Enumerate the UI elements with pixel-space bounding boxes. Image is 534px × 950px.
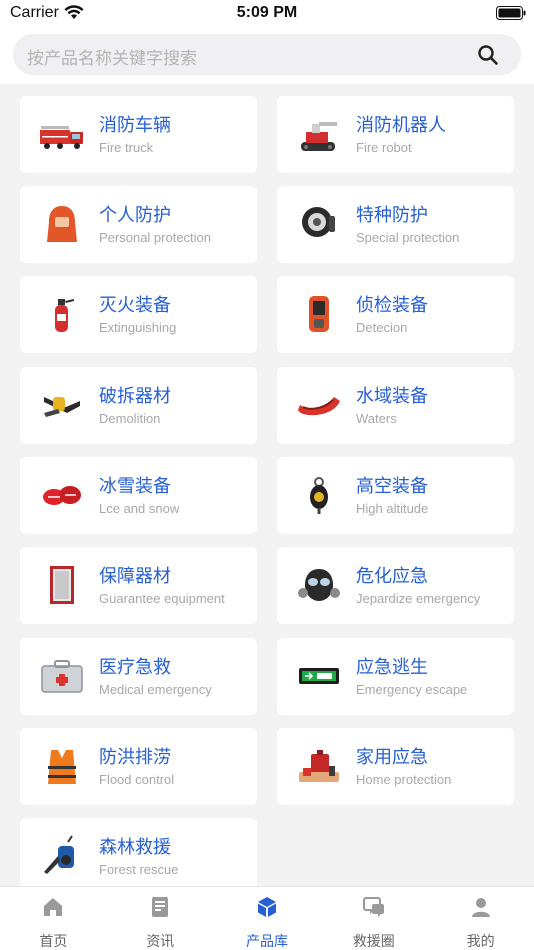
gas-mask-icon <box>298 569 340 601</box>
tab-label: 救援圈 <box>352 934 395 950</box>
fire-robot-icon <box>301 122 337 151</box>
medical-kit-icon <box>41 660 83 693</box>
category-subtitle: Detecion <box>356 320 408 335</box>
category-title: 破拆器材 <box>99 386 171 407</box>
tab-label: 产品库 <box>245 934 288 950</box>
tab-news[interactable]: 资讯 <box>107 887 214 950</box>
leaf-blower-icon <box>44 835 74 874</box>
category-subtitle: Special protection <box>356 230 460 245</box>
category-title: 水域装备 <box>356 386 428 407</box>
category-subtitle: Lce and snow <box>99 501 180 516</box>
category-card-special-protection[interactable]: 特种防护 Special protection <box>277 186 514 263</box>
tab-rescue-circle[interactable]: 救援圈 <box>320 887 427 950</box>
search-input[interactable]: 按产品名称关键字搜索 <box>13 34 521 75</box>
category-subtitle: Demolition <box>99 411 161 426</box>
category-card-fire-robot[interactable]: 消防机器人 Fire robot <box>277 96 514 173</box>
category-title: 森林救援 <box>99 837 171 858</box>
category-subtitle: Jepardize emergency <box>356 591 481 606</box>
category-subtitle: Waters <box>356 411 397 426</box>
category-subtitle: Home protection <box>356 772 452 787</box>
category-card-guarantee-equipment[interactable]: 保障器材 Guarantee equipment <box>20 547 257 624</box>
category-title: 个人防护 <box>99 205 171 226</box>
category-title: 灭火装备 <box>99 295 171 316</box>
category-subtitle: Extinguishing <box>99 320 177 335</box>
category-card-detection[interactable]: 侦检装备 Detecion <box>277 276 514 353</box>
battery-icon <box>496 6 526 20</box>
cube-icon <box>257 897 276 917</box>
status-bar: Carrier 5:09 PM <box>0 0 534 28</box>
category-card-demolition[interactable]: 破拆器材 Demolition <box>20 367 257 444</box>
extinguisher-icon <box>55 299 74 332</box>
category-card-flood-control[interactable]: 防洪排涝 Flood control <box>20 728 257 805</box>
category-title: 应急逃生 <box>356 657 428 678</box>
category-subtitle: Medical emergency <box>99 682 212 697</box>
cabinet-icon <box>50 566 74 604</box>
category-card-home-protection[interactable]: 家用应急 Home protection <box>277 728 514 805</box>
category-card-fire-truck[interactable]: 消防车辆 Fire truck <box>20 96 257 173</box>
category-card-ice-snow[interactable]: 冰雪装备 Lce and snow <box>20 457 257 534</box>
special-mask-icon <box>302 207 335 237</box>
life-vest-icon <box>48 750 76 784</box>
fire-truck-icon <box>40 126 83 149</box>
category-title: 冰雪装备 <box>99 476 171 497</box>
home-kit-icon <box>299 750 339 782</box>
category-subtitle: Fire truck <box>99 140 154 155</box>
category-title: 保障器材 <box>99 566 171 587</box>
search-area: 按产品名称关键字搜索 <box>0 28 534 84</box>
category-title: 消防机器人 <box>356 115 446 136</box>
chat-icon <box>362 897 384 917</box>
tab-profile[interactable]: 我的 <box>427 887 534 950</box>
category-subtitle: Guarantee equipment <box>99 591 225 606</box>
exit-sign-icon <box>299 668 339 684</box>
category-subtitle: Forest rescue <box>99 862 179 877</box>
category-card-hazmat-emergency[interactable]: 危化应急 Jepardize emergency <box>277 547 514 624</box>
category-subtitle: Emergency escape <box>356 682 468 697</box>
search-placeholder: 按产品名称关键字搜索 <box>27 49 197 69</box>
category-card-high-altitude[interactable]: 高空装备 High altitude <box>277 457 514 534</box>
category-title: 侦检装备 <box>356 295 428 316</box>
tab-label: 资讯 <box>146 934 175 950</box>
protective-hood-icon <box>47 206 77 242</box>
category-title: 医疗急救 <box>99 657 171 678</box>
pulley-icon <box>310 477 328 514</box>
status-time: 5:09 PM <box>236 4 298 21</box>
category-subtitle: Flood control <box>99 772 175 787</box>
category-subtitle: High altitude <box>356 501 429 516</box>
rescue-boat-icon <box>298 397 340 416</box>
tab-label: 首页 <box>39 934 68 950</box>
category-card-personal-protection[interactable]: 个人防护 Personal protection <box>20 186 257 263</box>
bottom-tab-bar: 首页 资讯 产品库 救援圈 我的 <box>0 886 534 950</box>
category-card-medical-emergency[interactable]: 医疗急救 Medical emergency <box>20 638 257 715</box>
snow-gear-icon <box>43 486 81 505</box>
category-title: 防洪排涝 <box>99 747 171 768</box>
category-card-extinguishing[interactable]: 灭火装备 Extinguishing <box>20 276 257 353</box>
home-icon <box>44 898 63 916</box>
category-title: 高空装备 <box>356 476 428 497</box>
search-icon[interactable] <box>477 44 499 66</box>
detector-icon <box>309 296 329 332</box>
tab-home[interactable]: 首页 <box>0 887 107 950</box>
category-card-forest-rescue[interactable]: 森林救援 Forest rescue <box>20 818 257 895</box>
category-subtitle: Fire robot <box>356 140 412 155</box>
category-title: 家用应急 <box>356 747 428 768</box>
category-title: 消防车辆 <box>99 115 171 136</box>
user-icon <box>471 898 490 917</box>
tab-label: 我的 <box>466 934 495 950</box>
category-title: 特种防护 <box>356 205 428 226</box>
demolition-tool-icon <box>44 397 80 417</box>
category-title: 危化应急 <box>356 566 428 587</box>
tab-product-library[interactable]: 产品库 <box>214 887 321 950</box>
category-card-waters[interactable]: 水域装备 Waters <box>277 367 514 444</box>
category-subtitle: Personal protection <box>99 230 212 245</box>
category-card-emergency-escape[interactable]: 应急逃生 Emergency escape <box>277 638 514 715</box>
news-icon <box>152 897 169 917</box>
